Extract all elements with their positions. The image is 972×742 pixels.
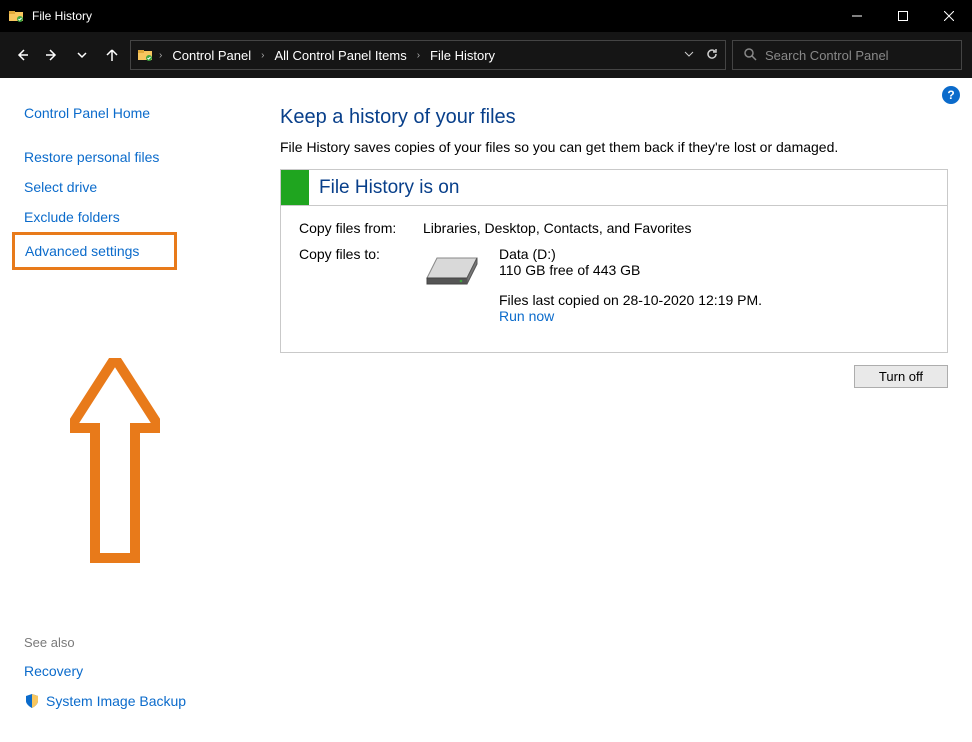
chevron-right-icon[interactable]: › [259,50,266,61]
destination-name: Data (D:) [499,246,762,262]
copy-to-label: Copy files to: [299,246,423,324]
window-title: File History [32,9,92,23]
chevron-right-icon[interactable]: › [415,50,422,61]
breadcrumb-item[interactable]: File History [426,46,499,65]
folder-icon [8,8,24,24]
minimize-button[interactable] [834,0,880,32]
control-panel-home-link[interactable]: Control Panel Home [24,98,256,128]
address-bar[interactable]: › Control Panel › All Control Panel Item… [130,40,726,70]
recent-locations-button[interactable] [70,43,94,67]
search-input[interactable] [765,48,951,63]
last-copied-text: Files last copied on 28-10-2020 12:19 PM… [499,292,762,308]
titlebar: File History [0,0,972,32]
exclude-folders-link[interactable]: Exclude folders [24,202,256,232]
status-color-swatch [281,170,309,205]
copy-from-value: Libraries, Desktop, Contacts, and Favori… [423,220,691,236]
status-title: File History is on [309,177,459,199]
shield-icon [24,693,40,709]
annotation-highlight-box: Advanced settings [12,232,177,270]
page-description: File History saves copies of your files … [280,139,948,155]
search-box[interactable] [732,40,962,70]
recovery-link[interactable]: Recovery [24,656,256,686]
disk-drive-icon [423,252,481,289]
refresh-button[interactable] [705,47,719,64]
sidebar: Control Panel Home Restore personal file… [0,78,256,742]
search-icon [743,47,757,64]
breadcrumb-item[interactable]: All Control Panel Items [270,46,410,65]
up-button[interactable] [100,43,124,67]
chevron-right-icon[interactable]: › [157,50,164,61]
system-image-backup-label: System Image Backup [46,693,186,709]
run-now-link[interactable]: Run now [499,308,554,324]
main-pane: Keep a history of your files File Histor… [256,78,972,742]
select-drive-link[interactable]: Select drive [24,172,256,202]
back-button[interactable] [10,43,34,67]
address-history-button[interactable] [683,48,695,63]
status-panel: File History is on Copy files from: Libr… [280,169,948,353]
destination-free-space: 110 GB free of 443 GB [499,262,762,278]
turn-off-button[interactable]: Turn off [854,365,948,388]
restore-personal-files-link[interactable]: Restore personal files [24,142,256,172]
copy-from-label: Copy files from: [299,220,423,236]
folder-icon [137,47,153,63]
page-heading: Keep a history of your files [280,106,948,129]
help-button[interactable]: ? [942,86,960,104]
breadcrumb-item[interactable]: Control Panel [168,46,255,65]
advanced-settings-link[interactable]: Advanced settings [25,243,164,259]
navbar: › Control Panel › All Control Panel Item… [0,32,972,78]
close-button[interactable] [926,0,972,32]
see-also-label: See also [24,635,256,650]
system-image-backup-link[interactable]: System Image Backup [24,686,256,716]
forward-button[interactable] [40,43,64,67]
maximize-button[interactable] [880,0,926,32]
